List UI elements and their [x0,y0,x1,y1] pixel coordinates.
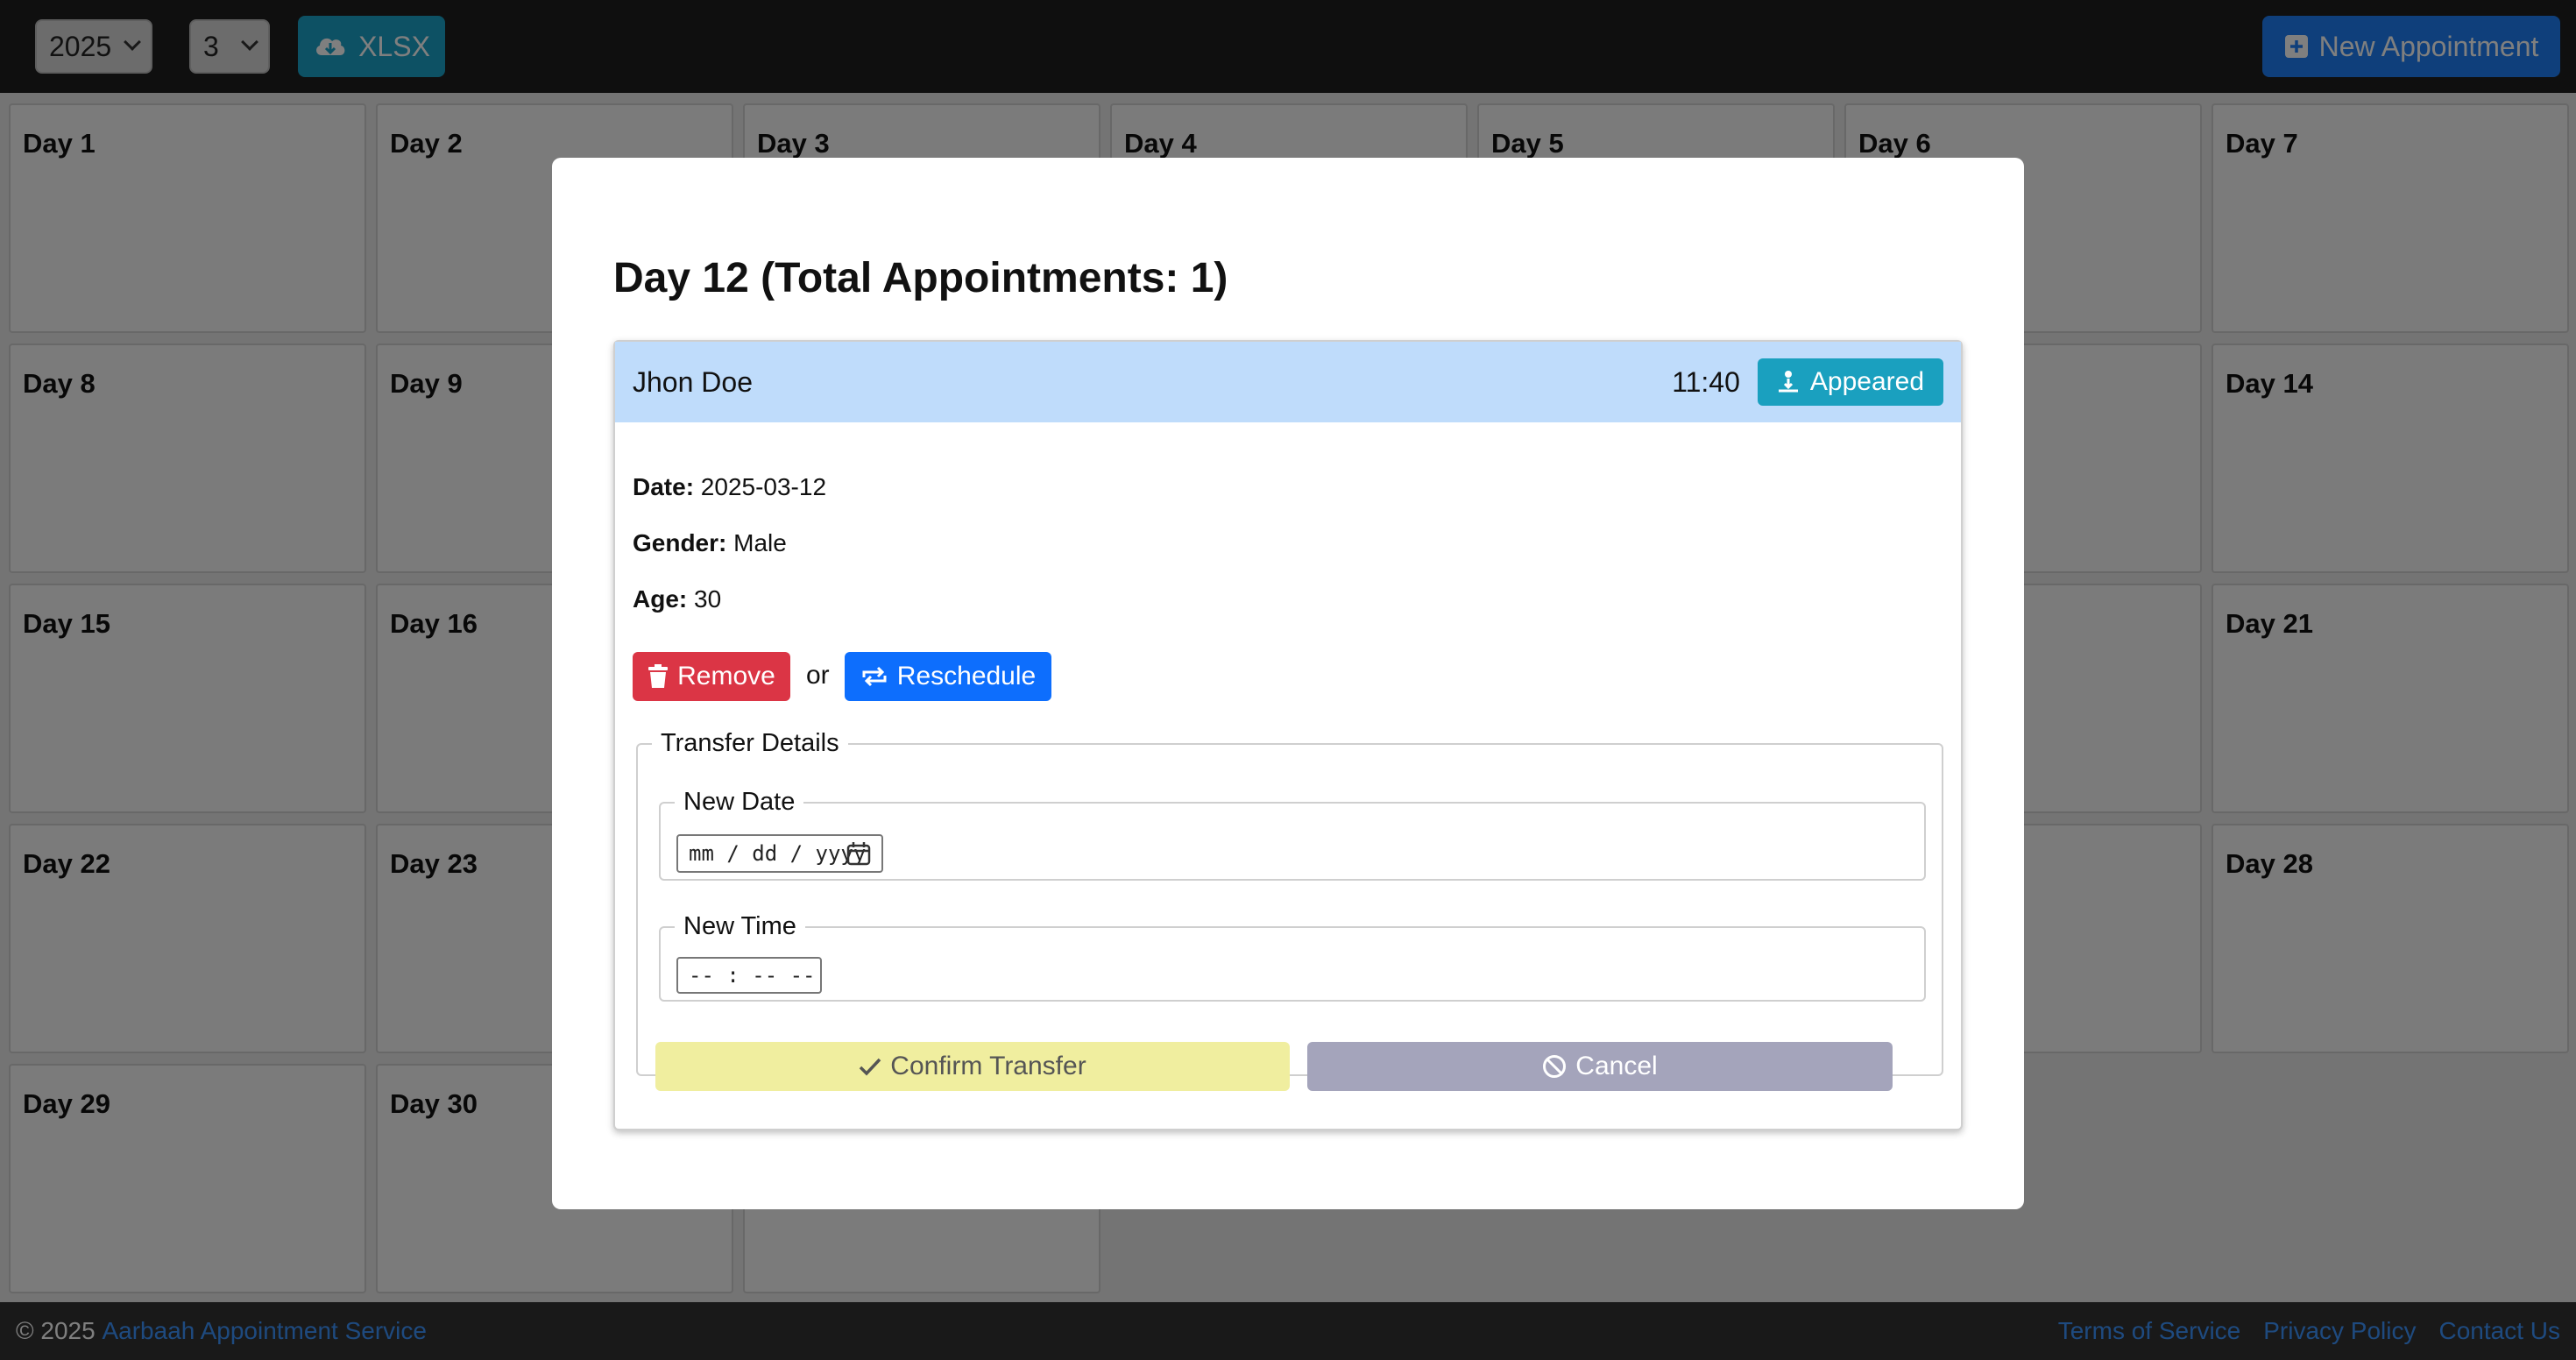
new-date-fieldset: New Date mm / dd / yyyy [659,788,1926,881]
ban-icon [1543,1055,1567,1078]
new-date-legend: New Date [683,788,796,816]
gender-label: Gender: [633,529,727,556]
appeared-label: Appeared [1809,367,1924,396]
time-placeholder: -- : -- -- [689,963,816,988]
patient-name: Jhon Doe [633,365,753,398]
transfer-details-legend: Transfer Details [661,729,839,757]
appeared-button[interactable]: Appeared [1757,358,1943,406]
appointment-time: 11:40 [1672,365,1740,398]
confirm-transfer-label: Confirm Transfer [890,1052,1086,1080]
new-time-legend: New Time [683,912,796,940]
age-row: Age: 30 [633,585,721,613]
remove-button[interactable]: Remove [633,652,790,701]
reschedule-button[interactable]: Reschedule [845,652,1051,701]
gender-value: Male [733,529,787,556]
calendar-icon[interactable] [846,841,871,866]
age-label: Age: [633,585,688,613]
appointment-card: Jhon Doe 11:40 Appeared Date: 2025-03-12… [613,340,1963,1130]
transfer-details-fieldset: Transfer Details New Date mm / dd / yyyy… [636,729,1943,1091]
date-placeholder: mm / dd / yyyy [689,841,867,866]
new-time-input[interactable]: -- : -- -- [676,957,822,994]
age-value: 30 [694,585,722,613]
date-row: Date: 2025-03-12 [633,473,826,501]
person-arrow-icon [1778,371,1798,393]
reschedule-label: Reschedule [896,662,1037,691]
cancel-transfer-button[interactable]: Cancel [1307,1042,1893,1091]
check-icon [860,1058,881,1076]
appointment-modal: Day 12 (Total Appointments: 1) Jhon Doe … [552,158,2024,1209]
gender-row: Gender: Male [633,529,787,557]
date-value: 2025-03-12 [700,473,827,500]
remove-label: Remove [677,662,775,691]
modal-title: Day 12 (Total Appointments: 1) [613,255,1228,301]
new-time-fieldset: New Time -- : -- -- [659,912,1926,1002]
date-label: Date: [633,473,695,500]
or-separator: or [806,661,830,690]
appointment-card-header: Jhon Doe 11:40 Appeared [615,342,1961,422]
trash-icon [648,664,669,688]
confirm-transfer-button[interactable]: Confirm Transfer [655,1042,1290,1091]
new-date-input[interactable]: mm / dd / yyyy [676,834,883,873]
repeat-arrows-icon [862,666,887,687]
cancel-transfer-label: Cancel [1575,1052,1658,1080]
